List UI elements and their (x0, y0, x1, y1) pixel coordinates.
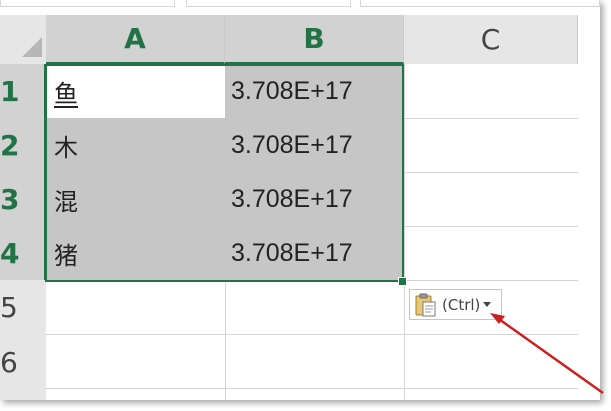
cell-b3[interactable]: 3.708E+17 (225, 172, 404, 226)
select-all-corner[interactable] (0, 15, 46, 64)
gridline (46, 388, 600, 389)
gridline (46, 280, 600, 281)
dropdown-arrow-icon (483, 302, 492, 307)
column-header-c[interactable]: C (404, 15, 578, 64)
cell-b4[interactable]: 3.708E+17 (225, 226, 404, 280)
excel-window: A B C 1 2 3 4 5 6 鱼 3.708E+17 木 3.708E+1… (0, 0, 600, 400)
paste-options-button[interactable]: (Ctrl) (409, 289, 502, 320)
gridline (46, 334, 600, 335)
clipboard-paste-icon (415, 293, 436, 316)
cell-a4[interactable]: 猪 (46, 226, 225, 280)
cell-a1[interactable]: 鱼 (46, 64, 225, 118)
gridline (404, 64, 405, 400)
column-header-b[interactable]: B (225, 15, 404, 64)
row-header-6[interactable]: 6 (0, 334, 46, 400)
row-header-4[interactable]: 4 (0, 226, 46, 280)
cell-a3[interactable]: 混 (46, 172, 225, 226)
tab-strip-segment (360, 0, 600, 7)
top-tab-strip (0, 0, 600, 8)
fill-handle[interactable] (398, 277, 407, 286)
row-header-2[interactable]: 2 (0, 118, 46, 172)
cell-b2[interactable]: 3.708E+17 (225, 118, 404, 172)
tab-strip-segment (186, 0, 351, 7)
column-header-a[interactable]: A (46, 15, 225, 64)
tab-strip-segment (0, 0, 175, 7)
cell-a1-value: 鱼 (54, 79, 78, 108)
right-edge-panel (578, 15, 600, 400)
select-all-triangle-icon[interactable] (22, 37, 42, 57)
row-header-3[interactable]: 3 (0, 172, 46, 226)
row-header-5[interactable]: 5 (0, 280, 46, 334)
cell-a2[interactable]: 木 (46, 118, 225, 172)
cell-b1[interactable]: 3.708E+17 (225, 64, 404, 118)
paste-options-label: (Ctrl) (442, 295, 481, 314)
row-header-1[interactable]: 1 (0, 64, 46, 118)
